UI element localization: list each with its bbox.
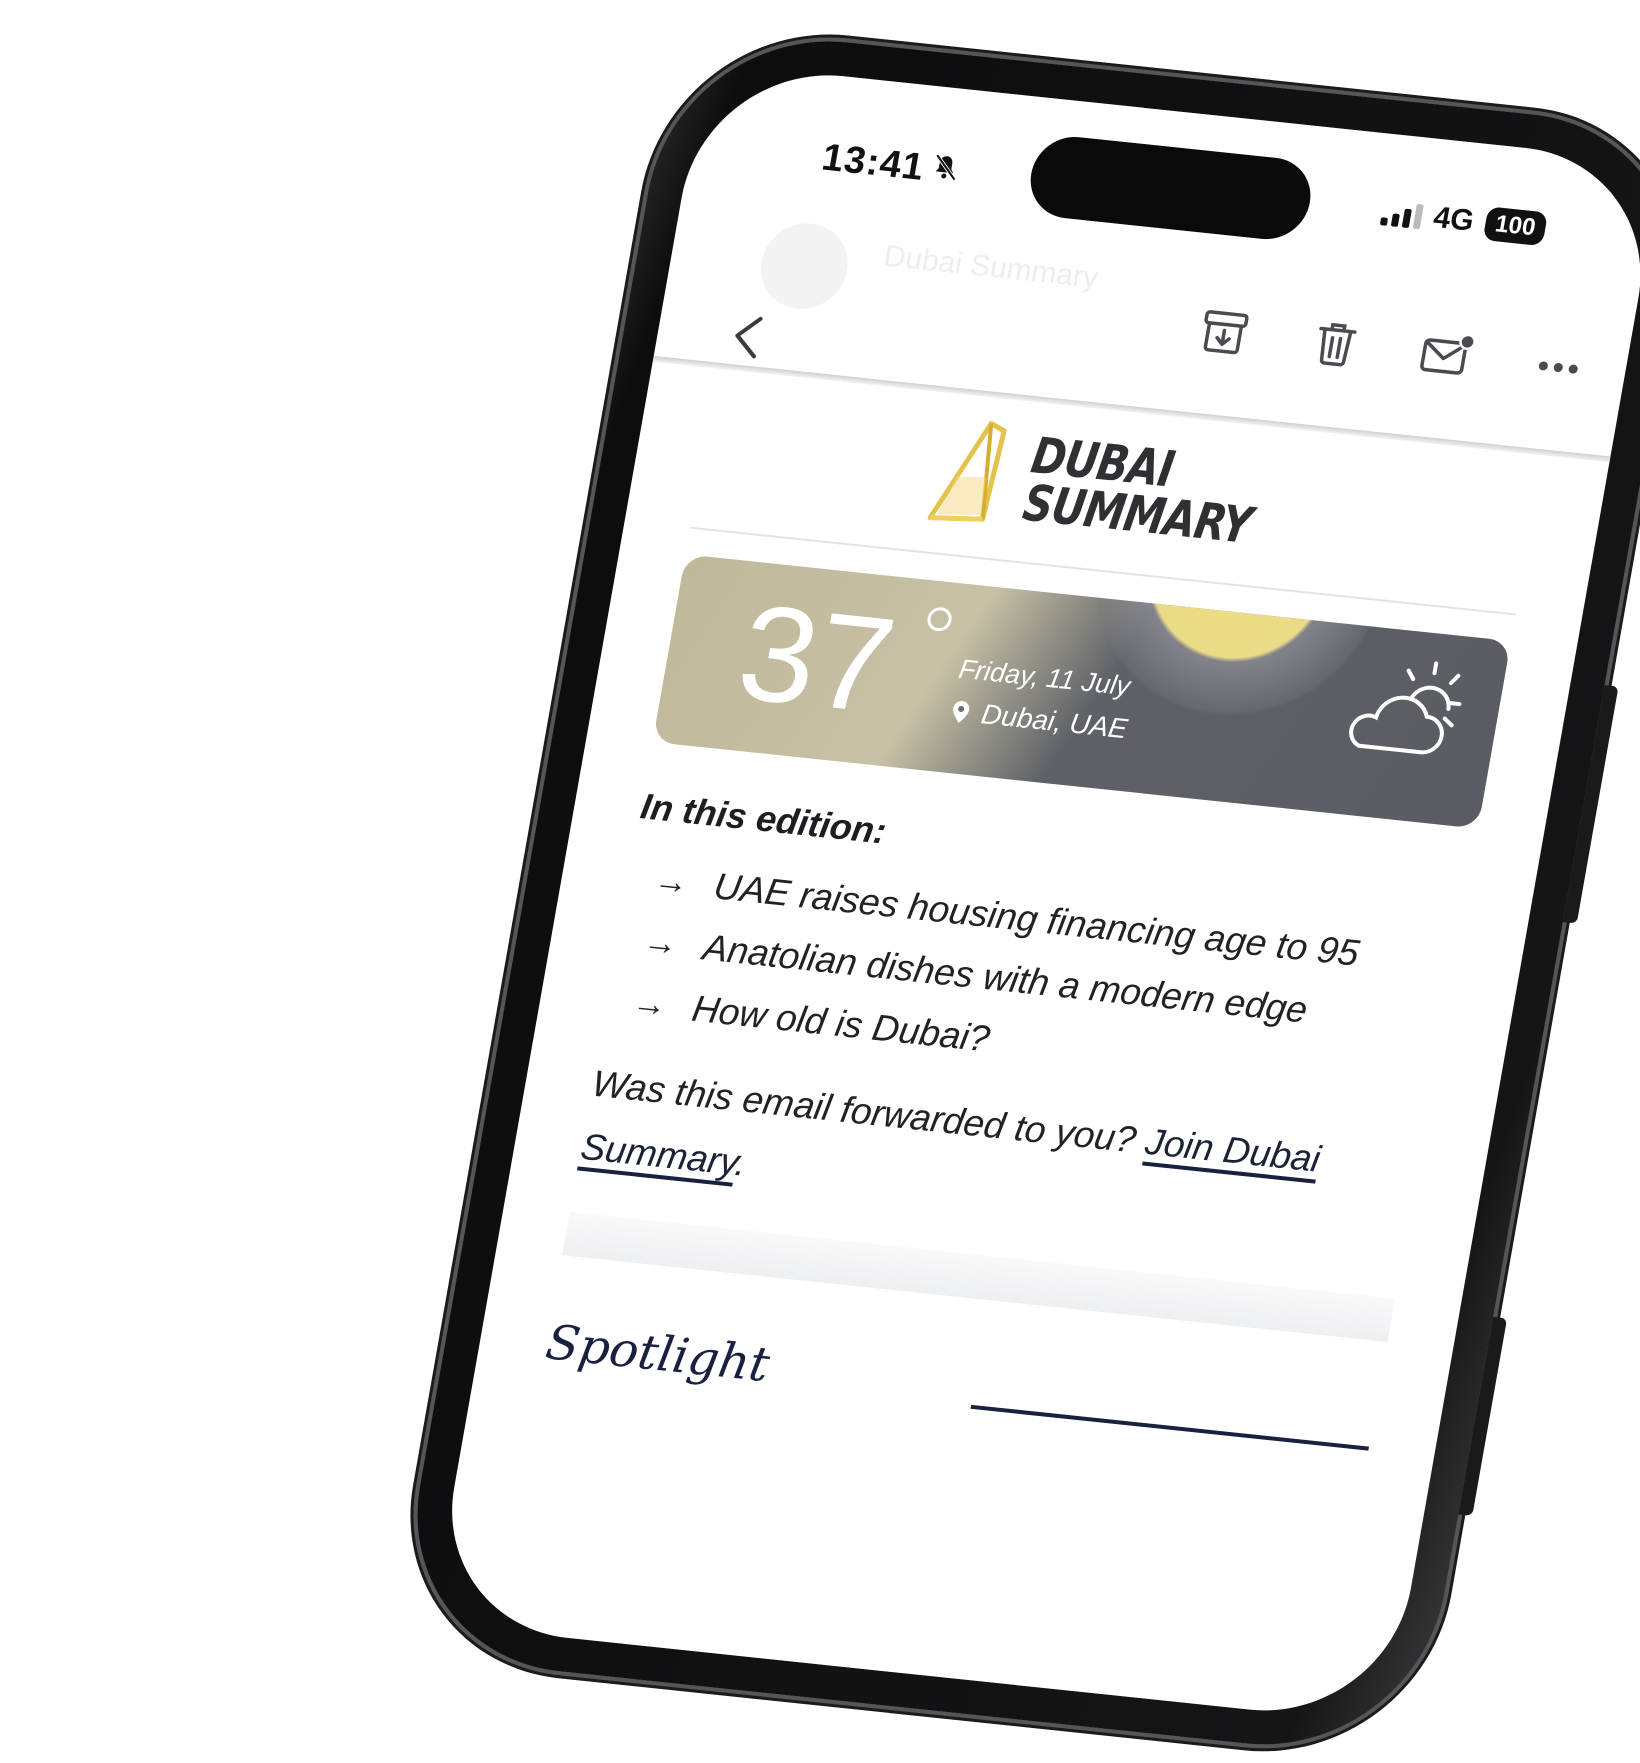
chevron-left-icon (735, 316, 763, 359)
archive-icon (1203, 310, 1249, 355)
mark-unread-button[interactable] (1415, 326, 1478, 385)
weather-location-text: Dubai, UAE (978, 698, 1130, 745)
spotlight-rule (970, 1404, 1370, 1451)
logo-wordmark: DUBAI SUMMARY (1019, 426, 1263, 554)
weather-card: 37 Friday, 11 July Dubai, UAE (652, 554, 1512, 829)
more-dots-icon (1538, 361, 1578, 374)
envelope-dot-icon (1420, 333, 1476, 375)
dynamic-island (1024, 132, 1317, 244)
status-bar-time: 13:41 (819, 137, 964, 194)
status-bar-right: 4G 100 (1379, 195, 1549, 247)
spotlight-heading: Spotlight (542, 1314, 1377, 1456)
sender-avatar (754, 219, 855, 314)
signal-icon (1379, 199, 1424, 230)
arrow-right-icon: → (629, 983, 671, 1025)
join-link-line-1: Join Dubai (1142, 1120, 1324, 1180)
weather-location: Dubai, UAE (949, 695, 1130, 745)
arrow-right-icon: → (640, 922, 681, 964)
mail-toolbar (1193, 303, 1590, 397)
battery-indicator: 100 (1482, 206, 1549, 247)
phone-device: 13:41 4G 100 Dubai Summary DUBAI SUMMARY… (390, 24, 1640, 1762)
email-body: DUBAI SUMMARY 37 Friday, 11 July Dubai, … (542, 371, 1544, 1457)
back-button[interactable] (718, 309, 776, 364)
location-pin-icon (953, 701, 970, 723)
tower-logo-icon (927, 421, 1007, 522)
bell-slash-icon (926, 148, 963, 194)
spotlight-text: Spotlight (541, 1314, 774, 1394)
clock: 13:41 (818, 136, 928, 189)
join-link-line-2: Summary (577, 1125, 740, 1183)
archive-button[interactable] (1193, 303, 1256, 362)
degree-symbol (925, 606, 954, 633)
arrow-right-icon: → (651, 861, 692, 903)
partly-sunny-icon (1332, 648, 1471, 774)
more-button[interactable] (1527, 338, 1590, 397)
sender-name: Dubai Summary (881, 239, 1101, 295)
delete-button[interactable] (1304, 315, 1367, 374)
weather-temperature: 37 (728, 575, 906, 742)
trash-icon (1319, 322, 1357, 367)
network-type: 4G (1430, 200, 1477, 238)
